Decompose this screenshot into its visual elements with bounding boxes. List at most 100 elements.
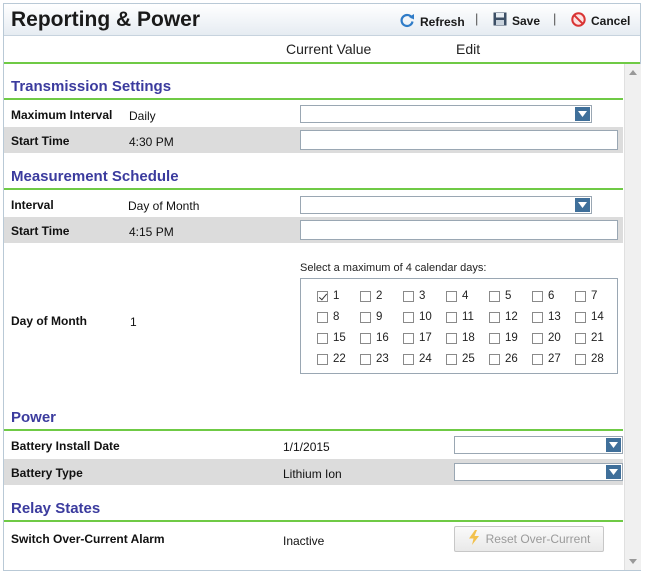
day-checkbox[interactable] bbox=[489, 332, 500, 344]
save-button[interactable]: Save bbox=[493, 12, 540, 29]
day-checkbox[interactable] bbox=[532, 332, 543, 344]
day-checkbox[interactable] bbox=[360, 332, 371, 344]
section-divider bbox=[4, 98, 623, 100]
day-checkbox[interactable] bbox=[446, 332, 457, 344]
calendar-day-option[interactable]: 22 bbox=[317, 353, 346, 365]
save-icon bbox=[493, 12, 507, 29]
day-label: 3 bbox=[419, 290, 426, 302]
day-checkbox[interactable] bbox=[489, 353, 500, 365]
day-label: 23 bbox=[376, 353, 389, 365]
day-label: 20 bbox=[548, 332, 561, 344]
calendar-day-option[interactable]: 18 bbox=[446, 332, 475, 344]
day-label: 21 bbox=[591, 332, 604, 344]
calendar-day-option[interactable]: 26 bbox=[489, 353, 518, 365]
day-checkbox[interactable] bbox=[489, 290, 500, 302]
start-time-value: 4:15 PM bbox=[129, 225, 174, 239]
day-checkbox[interactable] bbox=[360, 290, 371, 302]
scroll-down-arrow[interactable] bbox=[629, 559, 637, 564]
day-label: 13 bbox=[548, 311, 561, 323]
day-label: 4 bbox=[462, 290, 469, 302]
calendar-day-option[interactable]: 20 bbox=[532, 332, 561, 344]
chevron-down-icon bbox=[575, 107, 590, 121]
calendar-day-option[interactable]: 15 bbox=[317, 332, 346, 344]
calendar-day-option[interactable]: 10 bbox=[403, 311, 432, 323]
day-checkbox[interactable] bbox=[446, 353, 457, 365]
calendar-day-option[interactable]: 23 bbox=[360, 353, 389, 365]
measurement-start-time-input[interactable] bbox=[300, 220, 618, 240]
day-of-month-value: 1 bbox=[130, 315, 137, 329]
interval-value: Day of Month bbox=[128, 199, 200, 213]
calendar-day-option[interactable]: 25 bbox=[446, 353, 475, 365]
day-checkbox[interactable] bbox=[403, 290, 414, 302]
cancel-button[interactable]: Cancel bbox=[571, 12, 630, 30]
reset-over-current-button[interactable]: Reset Over-Current bbox=[454, 526, 604, 552]
vertical-scrollbar[interactable] bbox=[624, 64, 641, 570]
save-label: Save bbox=[512, 13, 541, 28]
calendar-day-option[interactable]: 2 bbox=[360, 290, 382, 302]
section-divider bbox=[4, 520, 623, 522]
calendar-day-option[interactable]: 12 bbox=[489, 311, 518, 323]
calendar-day-option[interactable]: 1 bbox=[317, 290, 339, 302]
scroll-up-arrow[interactable] bbox=[629, 70, 637, 75]
calendar-day-option[interactable]: 14 bbox=[575, 311, 604, 323]
max-interval-select[interactable] bbox=[300, 105, 592, 123]
day-checkbox[interactable] bbox=[575, 353, 586, 365]
day-label: 8 bbox=[333, 311, 340, 323]
chevron-down-icon bbox=[606, 465, 621, 479]
calendar-day-option[interactable]: 3 bbox=[403, 290, 425, 302]
day-checkbox[interactable] bbox=[575, 332, 586, 344]
calendar-day-option[interactable]: 27 bbox=[532, 353, 561, 365]
calendar-day-option[interactable]: 8 bbox=[317, 311, 339, 323]
battery-type-select[interactable] bbox=[454, 463, 623, 481]
day-label: 26 bbox=[505, 353, 518, 365]
switch-alarm-row: Switch Over-Current Alarm Inactive Reset… bbox=[4, 525, 623, 555]
calendar-day-option[interactable]: 9 bbox=[360, 311, 382, 323]
day-checkbox[interactable] bbox=[446, 290, 457, 302]
day-of-month-label: Day of Month bbox=[11, 314, 87, 328]
day-checkbox[interactable] bbox=[446, 311, 457, 323]
calendar-day-option[interactable]: 16 bbox=[360, 332, 389, 344]
switch-alarm-value: Inactive bbox=[283, 534, 325, 548]
reporting-power-panel: Reporting & Power Refresh | Save | Cance… bbox=[3, 3, 641, 571]
current-value-header: Current Value bbox=[286, 41, 372, 57]
day-label: 27 bbox=[548, 353, 561, 365]
calendar-day-option[interactable]: 17 bbox=[403, 332, 432, 344]
day-checkbox[interactable] bbox=[403, 311, 414, 323]
calendar-day-option[interactable]: 4 bbox=[446, 290, 468, 302]
calendar-day-option[interactable]: 5 bbox=[489, 290, 511, 302]
day-checkbox[interactable] bbox=[317, 290, 328, 302]
calendar-day-option[interactable]: 28 bbox=[575, 353, 604, 365]
calendar-day-option[interactable]: 21 bbox=[575, 332, 604, 344]
calendar-day-option[interactable]: 11 bbox=[446, 311, 474, 323]
day-checkbox[interactable] bbox=[360, 311, 371, 323]
measurement-start-time-row: Start Time 4:15 PM bbox=[4, 217, 623, 243]
day-checkbox[interactable] bbox=[532, 311, 543, 323]
calendar-day-option[interactable]: 6 bbox=[532, 290, 554, 302]
calendar-day-option[interactable]: 19 bbox=[489, 332, 518, 344]
day-checkbox[interactable] bbox=[317, 311, 328, 323]
calendar-day-option[interactable]: 7 bbox=[575, 290, 597, 302]
section-title: Power bbox=[11, 409, 57, 426]
battery-install-date-row: Battery Install Date 1/1/2015 bbox=[4, 432, 623, 458]
day-checkbox[interactable] bbox=[403, 332, 414, 344]
day-label: 1 bbox=[333, 290, 340, 302]
interval-select[interactable] bbox=[300, 196, 592, 214]
day-checkbox[interactable] bbox=[575, 311, 586, 323]
day-checkbox[interactable] bbox=[575, 290, 586, 302]
day-checkbox[interactable] bbox=[360, 353, 371, 365]
day-label: 10 bbox=[419, 311, 432, 323]
calendar-day-option[interactable]: 24 bbox=[403, 353, 432, 365]
day-checkbox[interactable] bbox=[317, 332, 328, 344]
calendar-day-option[interactable]: 13 bbox=[532, 311, 561, 323]
refresh-button[interactable]: Refresh bbox=[399, 12, 465, 31]
transmission-start-time-input[interactable] bbox=[300, 130, 618, 150]
relay-section-header: Relay States bbox=[4, 496, 623, 522]
toolbar-separator: | bbox=[553, 11, 557, 26]
battery-install-date-select[interactable] bbox=[454, 436, 623, 454]
day-checkbox[interactable] bbox=[532, 290, 543, 302]
day-checkbox[interactable] bbox=[532, 353, 543, 365]
day-checkbox[interactable] bbox=[489, 311, 500, 323]
day-checkbox[interactable] bbox=[403, 353, 414, 365]
day-checkbox[interactable] bbox=[317, 353, 328, 365]
reset-over-current-label: Reset Over-Current bbox=[485, 532, 591, 546]
